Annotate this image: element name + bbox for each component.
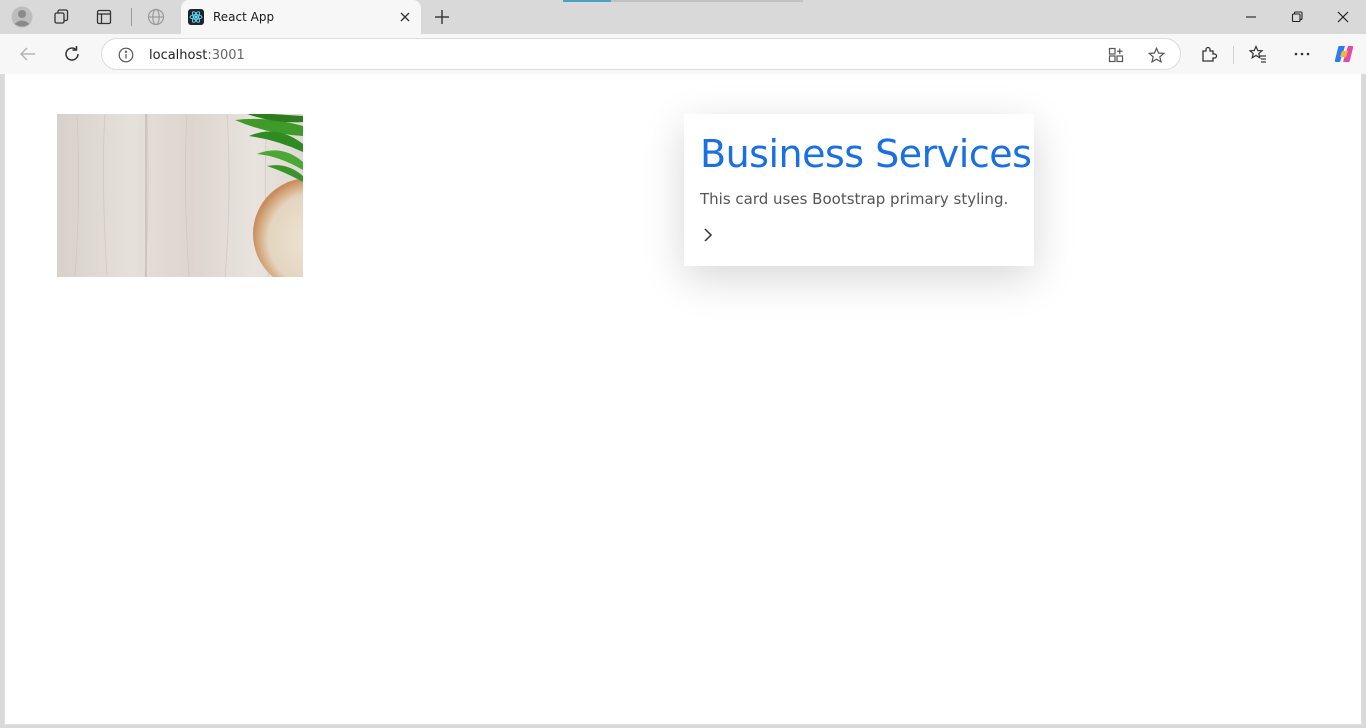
toolbar-separator (1233, 46, 1234, 64)
tab-actions-icon[interactable] (91, 5, 117, 29)
window-close-icon[interactable] (1330, 5, 1356, 29)
back-icon[interactable] (14, 41, 42, 67)
tab-title: React App (213, 10, 275, 24)
more-icon[interactable] (1288, 41, 1316, 67)
star-icon[interactable] (1145, 44, 1167, 66)
card-text: This card uses Bootstrap primary styling… (700, 190, 1009, 208)
plus-icon[interactable] (430, 5, 454, 29)
profile-icon[interactable] (9, 5, 35, 29)
globe-icon[interactable] (143, 5, 169, 29)
loading-indicator (563, 0, 803, 2)
tab-react-app[interactable]: React App (181, 0, 421, 34)
restore-icon[interactable] (1284, 5, 1310, 29)
app-install-icon[interactable] (1105, 44, 1127, 66)
puzzle-icon[interactable] (1195, 41, 1223, 67)
url-host: localhost (149, 48, 208, 63)
minimize-icon[interactable] (1238, 5, 1264, 29)
title-bar: React App (0, 0, 1366, 34)
info-icon[interactable] (117, 46, 135, 64)
food-image (57, 114, 303, 277)
close-icon[interactable] (395, 7, 415, 27)
card-title: Business Services (700, 132, 1032, 176)
copilot-icon[interactable] (1330, 41, 1358, 67)
url-text[interactable]: localhost:3001 (149, 48, 245, 63)
url-port: :3001 (207, 48, 245, 63)
business-services-card: Business Services This card uses Bootstr… (684, 114, 1034, 266)
react-icon (188, 9, 204, 25)
refresh-icon[interactable] (58, 41, 86, 67)
page-viewport: Business Services This card uses Bootstr… (4, 74, 1362, 725)
favorites-icon[interactable] (1244, 41, 1272, 67)
workspaces-icon[interactable] (49, 5, 75, 29)
address-bar[interactable]: localhost:3001 (101, 38, 1181, 70)
titlebar-separator (131, 8, 132, 26)
chevron-right-icon[interactable] (699, 226, 717, 244)
browser-toolbar: localhost:3001 (0, 34, 1366, 74)
